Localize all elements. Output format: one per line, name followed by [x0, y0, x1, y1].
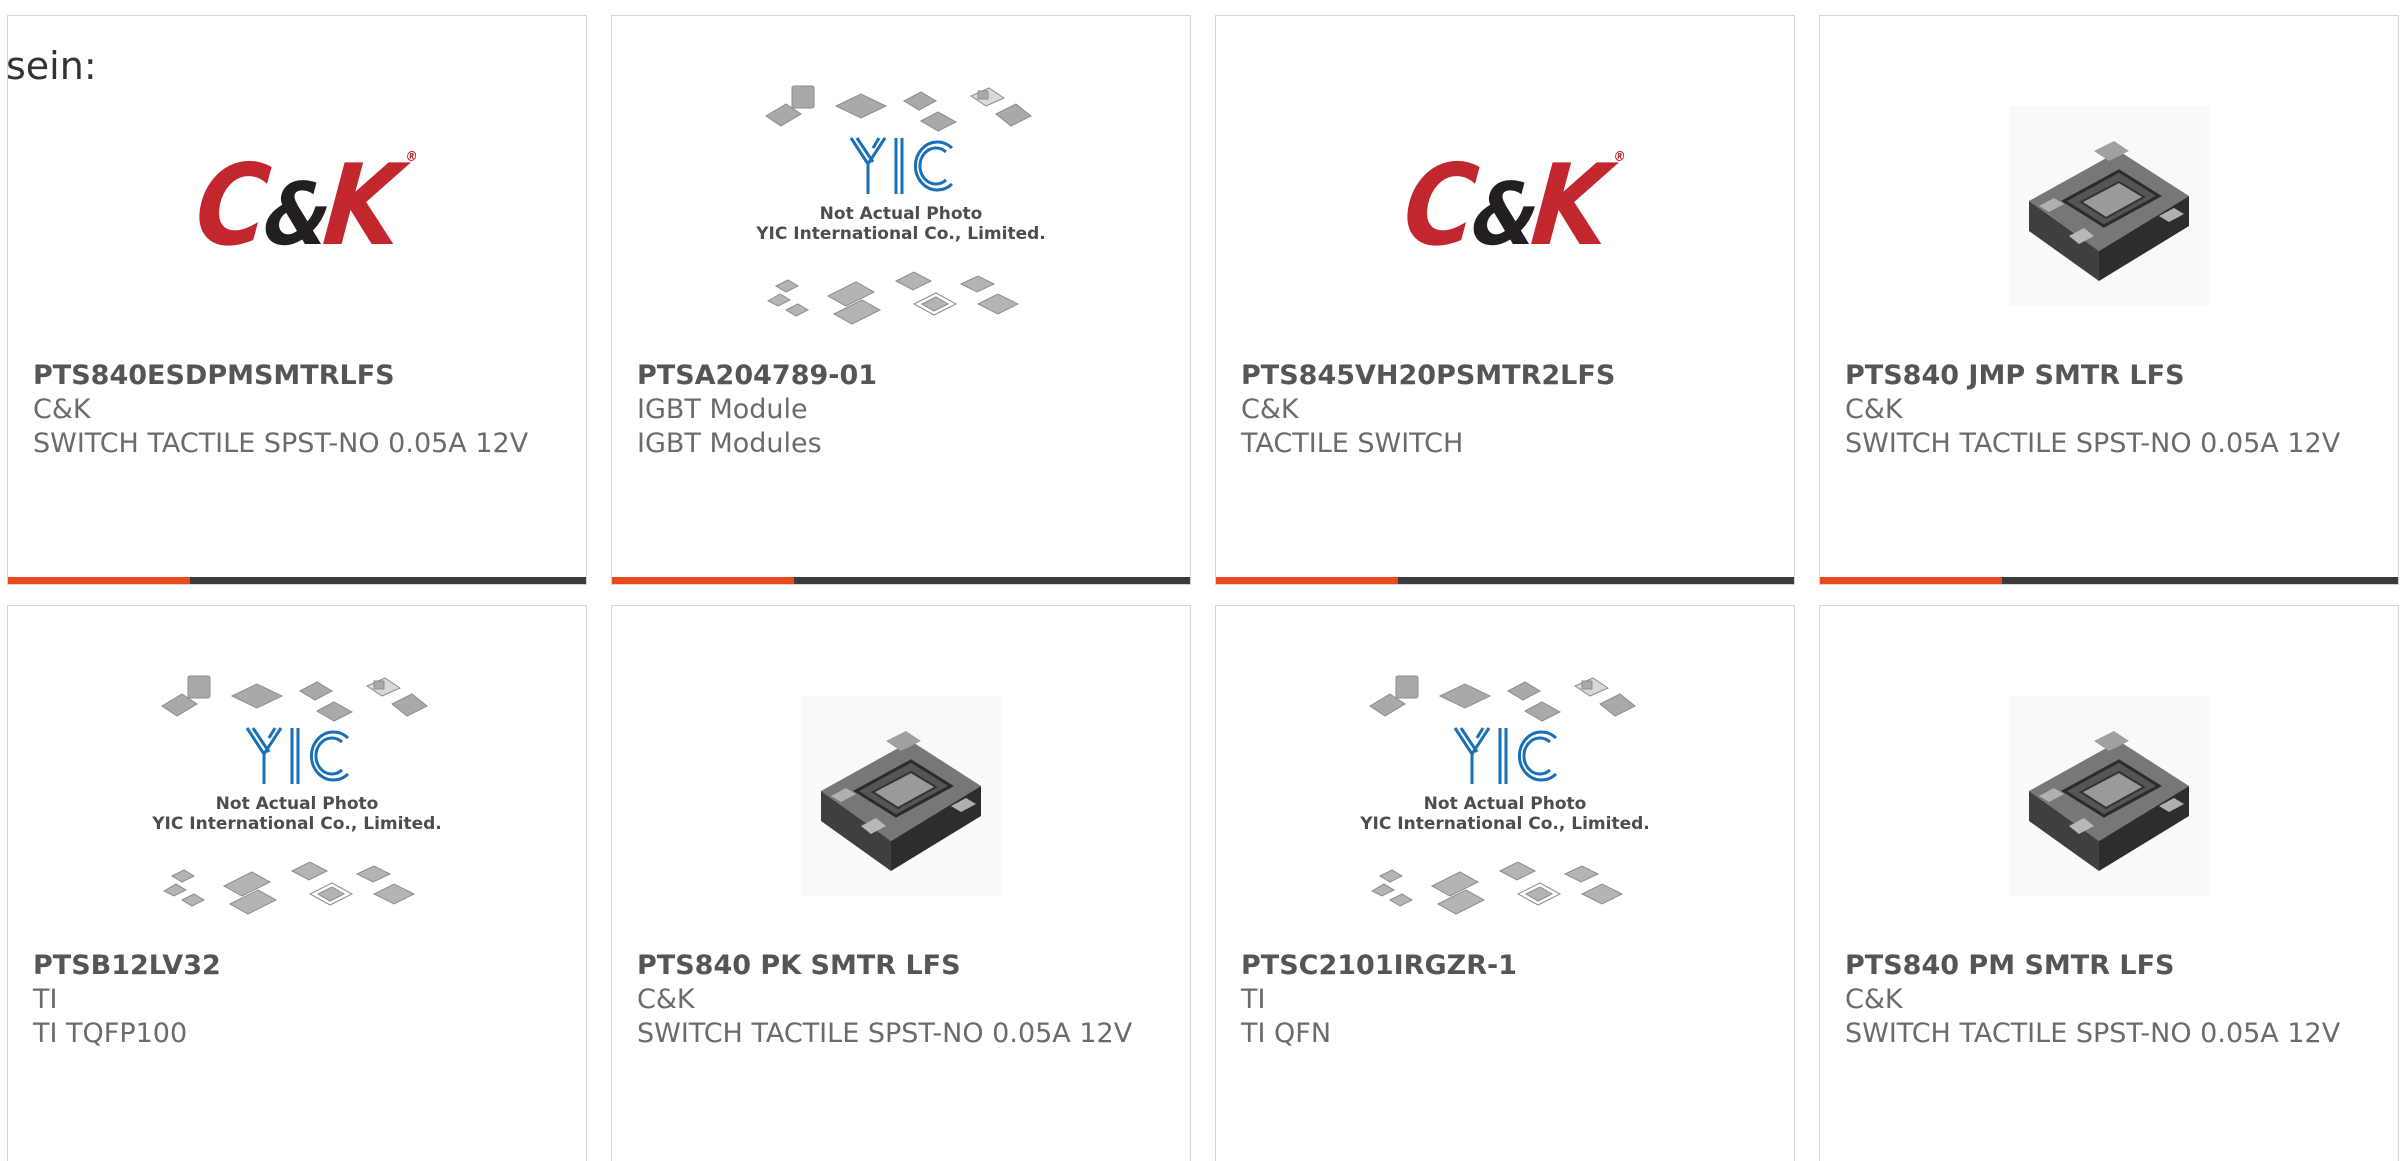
product-card[interactable]: PTS840 JMP SMTR LFS C&K SWITCH TACTILE SPS…: [1819, 15, 2399, 585]
card-bottom-bar: [612, 577, 1190, 584]
svg-text:Not Actual Photo: Not Actual Photo: [820, 204, 983, 224]
manufacturer-label: C&K: [637, 984, 695, 1015]
manufacturer-label: C&K: [1241, 394, 1299, 425]
ck-brand-logo: C&K ®: [1398, 141, 1623, 271]
intro-text: sein:: [6, 44, 97, 88]
card-accent-bar: [1820, 577, 2002, 584]
product-thumbnail[interactable]: Not Actual Photo YIC International Co., …: [8, 646, 586, 946]
manufacturer-label: TI: [33, 984, 58, 1015]
product-info: PTSA204789-01 IGBT Module IGBT Modules: [637, 359, 1170, 461]
card-accent-bar: [8, 577, 190, 584]
part-number-link[interactable]: PTS840ESDPMSMTRLFS: [33, 359, 566, 393]
description-text: TI TQFP100: [33, 1018, 188, 1049]
product-thumbnail[interactable]: [1820, 646, 2398, 946]
product-card[interactable]: Not Actual Photo YIC International Co., …: [611, 15, 1191, 585]
manufacturer-label: C&K: [1845, 984, 1903, 1015]
description-text: TI QFN: [1241, 1018, 1332, 1049]
description-text: IGBT Modules: [637, 428, 822, 459]
card-accent-bar: [1216, 577, 1398, 584]
manufacturer-label: C&K: [33, 394, 91, 425]
manufacturer-label: IGBT Module: [637, 394, 808, 425]
card-bottom-bar: [1820, 577, 2398, 584]
product-thumbnail[interactable]: C&K ®: [8, 56, 586, 356]
product-thumbnail[interactable]: [612, 646, 1190, 946]
part-number-link[interactable]: PTSC2101IRGZR-1: [1241, 949, 1774, 983]
product-card[interactable]: Not Actual Photo YIC International Co., …: [1215, 605, 1795, 1161]
description-text: SWITCH TACTILE SPST-NO 0.05A 12V: [1845, 1018, 2341, 1049]
product-thumbnail[interactable]: Not Actual Photo YIC International Co., …: [612, 56, 1190, 356]
product-info: PTS840 PM SMTR LFS C&K SWITCH TACTILE SPST…: [1845, 949, 2378, 1051]
product-info: PTSC2101IRGZR-1 TI TI QFN: [1241, 949, 1774, 1051]
product-info: PTS840ESDPMSMTRLFS C&K SWITCH TACTILE SPST…: [33, 359, 566, 461]
yic-placeholder-image: Not Actual Photo YIC International Co., …: [152, 675, 442, 915]
tactile-switch-photo: [801, 696, 1001, 896]
manufacturer-label: C&K: [1845, 394, 1903, 425]
yic-placeholder-image: Not Actual Photo YIC International Co., …: [756, 85, 1046, 325]
manufacturer-label: TI: [1241, 984, 1266, 1015]
product-thumbnail[interactable]: C&K ®: [1216, 56, 1794, 356]
description-text: SWITCH TACTILE SPST-NO 0.05A 12V: [637, 1018, 1133, 1049]
svg-text:YIC International Co., Limited: YIC International Co., Limited.: [756, 224, 1046, 244]
product-listing-page: sein: C&K ® PTS840ESDPMSMTRLFS C&K SWITCH T…: [0, 0, 2400, 1161]
product-thumbnail[interactable]: Not Actual Photo YIC International Co., …: [1216, 646, 1794, 946]
card-accent-bar: [612, 577, 794, 584]
part-number-link[interactable]: PTSB12LV32: [33, 949, 566, 983]
product-card[interactable]: C&K ® PTS840ESDPMSMTRLFS C&K SWITCH TACTILE…: [7, 15, 587, 585]
part-number-link[interactable]: PTS840 PM SMTR LFS: [1845, 949, 2378, 983]
part-number-link[interactable]: PTS840 PK SMTR LFS: [637, 949, 1170, 983]
svg-text:Not Actual Photo: Not Actual Photo: [1424, 794, 1587, 814]
description-text: SWITCH TACTILE SPST-NO 0.05A 12V: [33, 428, 529, 459]
product-card[interactable]: PTS840 PM SMTR LFS C&K SWITCH TACTILE SPST…: [1819, 605, 2399, 1161]
product-card[interactable]: C&K ® PTS845VH20PSMTR2LFS C&K TACTILE SWITC…: [1215, 15, 1795, 585]
svg-text:YIC International Co., Limited: YIC International Co., Limited.: [1360, 814, 1650, 834]
product-thumbnail[interactable]: [1820, 56, 2398, 356]
product-info: PTS845VH20PSMTR2LFS C&K TACTILE SWITCH: [1241, 359, 1774, 461]
part-number-link[interactable]: PTS840 JMP SMTR LFS: [1845, 359, 2378, 393]
part-number-link[interactable]: PTSA204789-01: [637, 359, 1170, 393]
svg-text:Not Actual Photo: Not Actual Photo: [216, 794, 379, 814]
product-info: PTS840 JMP SMTR LFS C&K SWITCH TACTILE SPS…: [1845, 359, 2378, 461]
card-bottom-bar: [8, 577, 586, 584]
yic-placeholder-image: Not Actual Photo YIC International Co., …: [1360, 675, 1650, 915]
product-grid: C&K ® PTS840ESDPMSMTRLFS C&K SWITCH TACTILE…: [7, 15, 2399, 1161]
tactile-switch-photo: [2009, 106, 2209, 306]
product-info: PTSB12LV32 TI TI TQFP100: [33, 949, 566, 1051]
description-text: TACTILE SWITCH: [1241, 428, 1464, 459]
product-info: PTS840 PK SMTR LFS C&K SWITCH TACTILE SPST…: [637, 949, 1170, 1051]
svg-text:YIC International Co., Limited: YIC International Co., Limited.: [152, 814, 442, 834]
tactile-switch-photo: [2009, 696, 2209, 896]
part-number-link[interactable]: PTS845VH20PSMTR2LFS: [1241, 359, 1774, 393]
product-card[interactable]: PTS840 PK SMTR LFS C&K SWITCH TACTILE SPST…: [611, 605, 1191, 1161]
product-card[interactable]: Not Actual Photo YIC International Co., …: [7, 605, 587, 1161]
description-text: SWITCH TACTILE SPST-NO 0.05A 12V: [1845, 428, 2341, 459]
ck-brand-logo: C&K ®: [190, 141, 415, 271]
card-bottom-bar: [1216, 577, 1794, 584]
